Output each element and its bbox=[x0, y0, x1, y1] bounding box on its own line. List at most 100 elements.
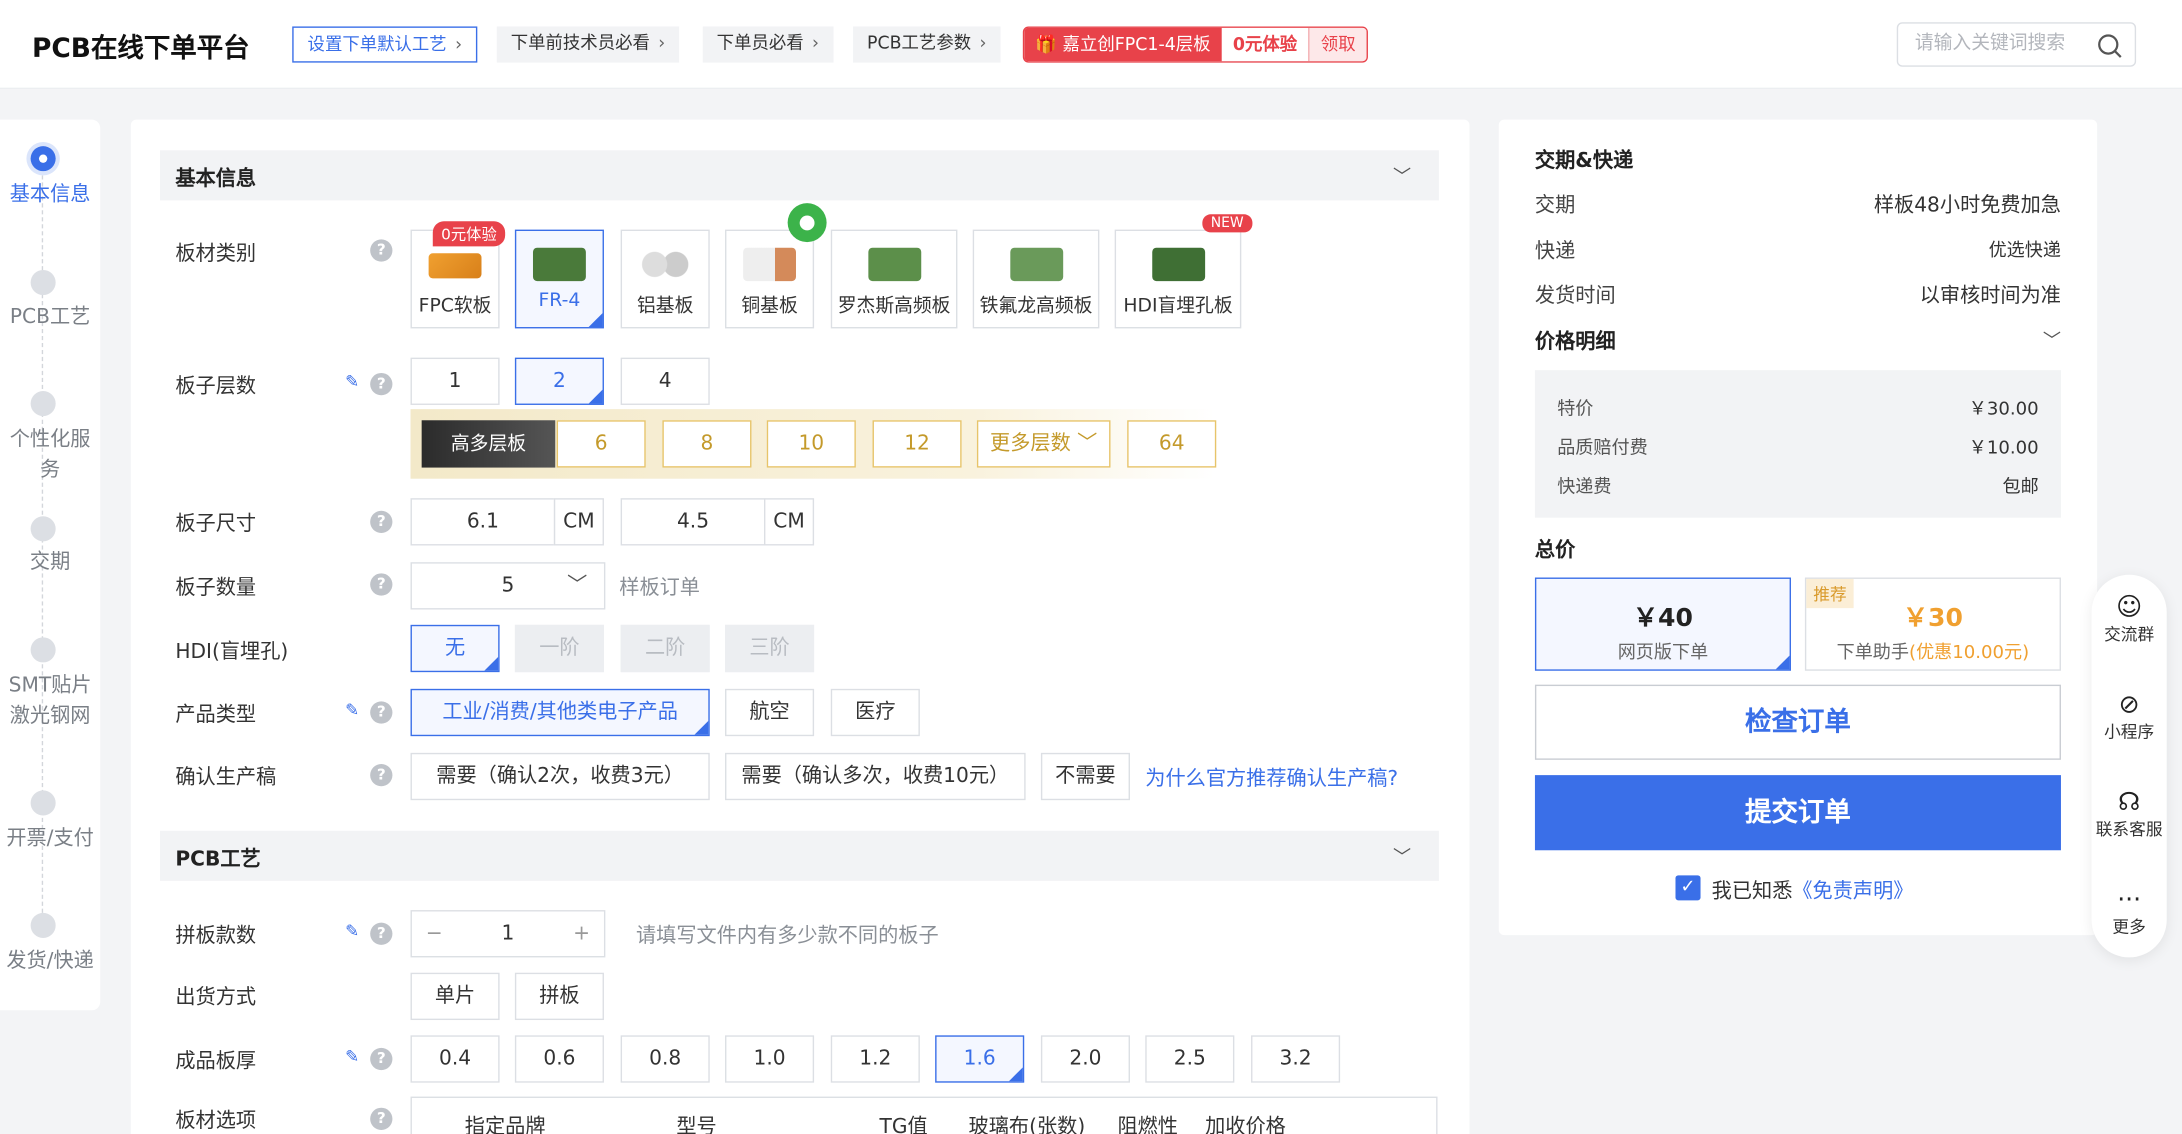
ship-panel[interactable]: 拼板 bbox=[514, 972, 604, 1021]
assistant-order-option[interactable]: 推荐 ￥30 下单助手(优惠10.00元) bbox=[1804, 577, 2061, 671]
assistant-discount: (优惠10.00元) bbox=[1909, 642, 2030, 664]
panel-count-value[interactable]: 1 bbox=[501, 923, 514, 945]
thickness-1.0[interactable]: 1.0 bbox=[725, 1035, 815, 1083]
material-rogers[interactable]: 罗杰斯高频板 bbox=[830, 229, 958, 329]
col-tg: TG值 bbox=[879, 1116, 928, 1134]
step-pcb[interactable]: PCB工艺 bbox=[0, 302, 100, 333]
order-guide-chip[interactable]: 下单员必看 › bbox=[702, 26, 833, 63]
agree-text: 我已知悉《免责声明》 bbox=[1712, 875, 1914, 904]
thickness-2.5[interactable]: 2.5 bbox=[1145, 1035, 1235, 1083]
tech-guide-chip[interactable]: 下单前技术员必看 › bbox=[496, 26, 680, 63]
help-icon[interactable]: ? bbox=[370, 701, 393, 724]
pcb-process-section[interactable]: PCB工艺 ﹀ bbox=[160, 830, 1439, 881]
edit-icon[interactable]: ✎ bbox=[345, 1046, 359, 1065]
product-aviation[interactable]: 航空 bbox=[725, 688, 815, 737]
thickness-1.6[interactable]: 1.6 bbox=[935, 1035, 1025, 1083]
material-aluminum[interactable]: 铝基板 bbox=[620, 229, 710, 329]
hdi-none[interactable]: 无 bbox=[410, 624, 500, 673]
layer-option-4[interactable]: 4 bbox=[620, 357, 710, 405]
ship-single[interactable]: 单片 bbox=[410, 972, 500, 1021]
default-process-chip[interactable]: 设置下单默认工艺 › bbox=[292, 26, 478, 63]
disclaimer-link[interactable]: 《免责声明》 bbox=[1792, 881, 1913, 903]
customer-service-button[interactable]: ☊ 联系客服 bbox=[2092, 788, 2167, 840]
pcb-params-chip[interactable]: PCB工艺参数 › bbox=[853, 26, 1001, 63]
step-invoice[interactable]: 开票/支付 bbox=[0, 824, 100, 855]
price-quality-key: 品质赔付费 bbox=[1557, 438, 1648, 460]
edit-icon[interactable]: ✎ bbox=[345, 921, 359, 940]
thickness-0.6[interactable]: 0.6 bbox=[514, 1035, 604, 1083]
plus-icon[interactable]: + bbox=[573, 911, 590, 956]
step-delivery[interactable]: 交期 bbox=[0, 547, 100, 578]
promo-main-text: 嘉立创FPC1-4层板 bbox=[1062, 33, 1211, 55]
help-icon[interactable]: ? bbox=[370, 763, 393, 787]
thickness-0.4[interactable]: 0.4 bbox=[410, 1035, 500, 1083]
step-shipping[interactable]: 发货/快递 bbox=[0, 946, 100, 977]
layer-option-8[interactable]: 8 bbox=[662, 420, 752, 468]
confirm-twice[interactable]: 需要（确认2次，收费3元） bbox=[410, 752, 710, 801]
search-input[interactable] bbox=[1914, 32, 2089, 55]
layer-option-2[interactable]: 2 bbox=[514, 357, 604, 405]
more-button[interactable]: ··· 更多 bbox=[2092, 886, 2167, 937]
step-dot bbox=[30, 391, 56, 417]
web-order-price: ￥40 bbox=[1632, 603, 1693, 634]
fpc-promo-banner[interactable]: 🎁 嘉立创FPC1-4层板 0元体验 领取 bbox=[1022, 26, 1369, 63]
help-icon[interactable]: ? bbox=[370, 239, 393, 262]
wechat-icon[interactable]: ● bbox=[787, 203, 827, 243]
layer-option-1[interactable]: 1 bbox=[410, 357, 500, 405]
qty-select[interactable]: 5 ﹀ bbox=[410, 562, 606, 610]
step-basic[interactable]: 基本信息 bbox=[0, 180, 100, 211]
confirm-why-link[interactable]: 为什么官方推荐确认生产稿? bbox=[1145, 763, 1398, 792]
product-medical[interactable]: 医疗 bbox=[830, 688, 920, 737]
minus-icon[interactable]: − bbox=[426, 911, 443, 956]
web-order-option[interactable]: ￥40 网页版下单 bbox=[1534, 577, 1791, 671]
agree-checkbox[interactable]: ✓ bbox=[1675, 875, 1701, 901]
step-dot bbox=[30, 516, 56, 542]
material-fr4[interactable]: FR-4 bbox=[514, 229, 604, 329]
promo-claim-button[interactable]: 领取 bbox=[1308, 27, 1367, 62]
material-hdi[interactable]: HDI盲埋孔板 bbox=[1114, 229, 1242, 329]
group-chat-button[interactable]: ☺ 交流群 bbox=[2092, 594, 2167, 645]
chevron-down-icon[interactable]: ﹀ bbox=[1393, 161, 1411, 188]
search-box bbox=[1896, 22, 2137, 67]
section-title: PCB工艺 bbox=[175, 848, 261, 872]
help-icon[interactable]: ? bbox=[370, 922, 393, 945]
thickness-0.8[interactable]: 0.8 bbox=[620, 1035, 710, 1083]
material-teflon[interactable]: 铁氟龙高频板 bbox=[972, 229, 1100, 329]
chevron-down-icon[interactable]: ﹀ bbox=[1393, 842, 1411, 868]
help-icon[interactable]: ? bbox=[370, 510, 393, 533]
thickness-2.0[interactable]: 2.0 bbox=[1040, 1035, 1130, 1083]
edit-icon[interactable]: ✎ bbox=[345, 372, 359, 391]
layer-option-6[interactable]: 6 bbox=[556, 420, 646, 468]
help-icon[interactable]: ? bbox=[370, 1047, 393, 1071]
help-icon[interactable]: ? bbox=[370, 1107, 393, 1130]
basic-info-section[interactable]: 基本信息 ﹀ bbox=[160, 150, 1439, 201]
step-custom[interactable]: 个性化服务 bbox=[0, 424, 100, 485]
help-icon[interactable]: ? bbox=[370, 372, 393, 396]
height-input[interactable]: 4.5 bbox=[620, 498, 766, 546]
width-input[interactable]: 6.1 bbox=[410, 498, 556, 546]
site-logo[interactable]: PCB在线下单平台 bbox=[32, 28, 250, 66]
edit-icon[interactable]: ✎ bbox=[345, 700, 359, 719]
check-order-button[interactable]: 检查订单 bbox=[1534, 684, 2061, 760]
layer-option-12[interactable]: 12 bbox=[872, 420, 962, 468]
layer-option-10[interactable]: 10 bbox=[766, 420, 856, 468]
step-smt-2[interactable]: 激光钢网 bbox=[0, 701, 100, 732]
thickness-1.2[interactable]: 1.2 bbox=[830, 1035, 920, 1083]
ship-time-value: 以审核时间为准 bbox=[1919, 285, 2061, 308]
help-icon[interactable]: ? bbox=[370, 573, 393, 596]
mini-program-button[interactable]: ⊘ 小程序 bbox=[2092, 690, 2167, 743]
mini-program-icon: ⊘ bbox=[2118, 690, 2140, 720]
gift-icon: 🎁 bbox=[1035, 33, 1063, 55]
step-smt[interactable]: SMT贴片 bbox=[0, 671, 100, 702]
material-copper[interactable]: 铜基板 bbox=[725, 229, 815, 329]
chevron-down-icon[interactable]: ﹀ bbox=[2043, 326, 2061, 352]
confirm-multiple[interactable]: 需要（确认多次，收费10元） bbox=[725, 752, 1026, 801]
confirm-none[interactable]: 不需要 bbox=[1040, 752, 1130, 801]
search-icon[interactable] bbox=[2097, 33, 2122, 58]
more-layers-dropdown[interactable]: 更多层数 ﹀ bbox=[976, 420, 1111, 468]
submit-order-button[interactable]: 提交订单 bbox=[1534, 775, 2061, 851]
layer-option-64[interactable]: 64 bbox=[1127, 420, 1217, 468]
step-dot bbox=[30, 637, 56, 663]
product-industrial[interactable]: 工业/消费/其他类电子产品 bbox=[410, 688, 710, 737]
thickness-3.2[interactable]: 3.2 bbox=[1251, 1035, 1341, 1083]
